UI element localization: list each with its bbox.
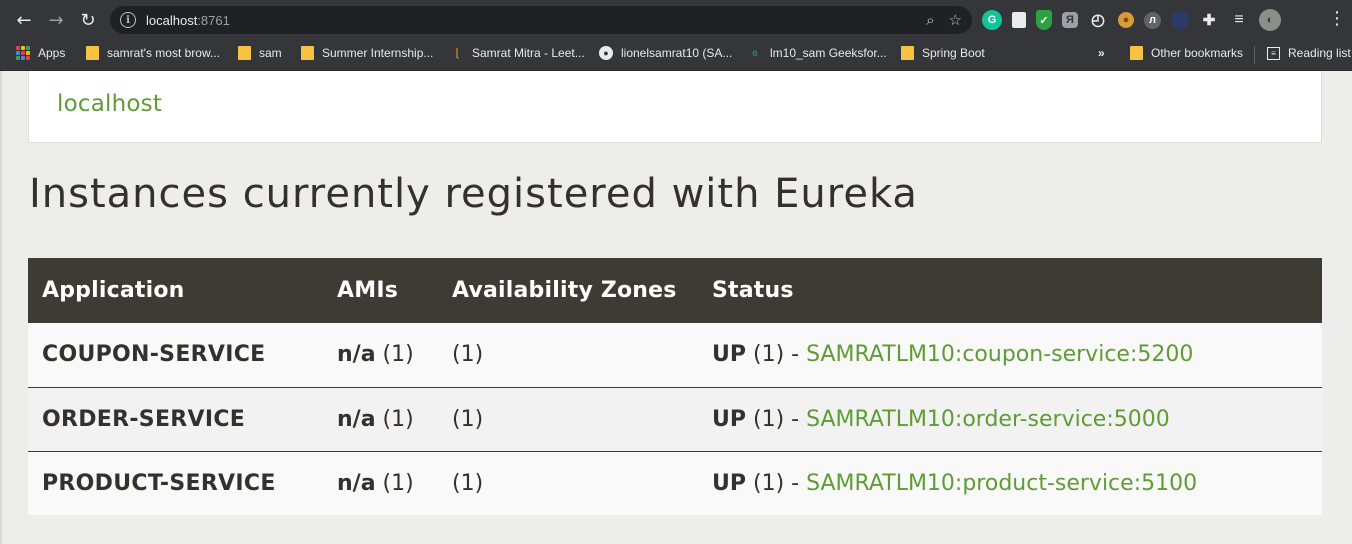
bookmark-star-icon[interactable]: ☆ bbox=[949, 11, 962, 29]
zones-cell: (1) bbox=[438, 386, 698, 451]
ami-label: n/a bbox=[337, 406, 376, 432]
column-header-amis: AMIs bbox=[337, 278, 398, 303]
forward-icon[interactable]: → bbox=[40, 4, 72, 36]
application-name: COUPON-SERVICE bbox=[42, 342, 266, 368]
extensions-area: G ✓ Я ◴ ● л ✚ ≡ ◐ bbox=[982, 9, 1281, 31]
status-label: UP bbox=[712, 342, 746, 368]
bookmark-item[interactable]: ● lionelsamrat10 (SA... bbox=[599, 46, 732, 60]
github-icon: ● bbox=[599, 46, 613, 60]
bookmark-label: lm10_sam Geeksfor... bbox=[770, 46, 887, 60]
ami-count: (1) bbox=[382, 406, 414, 432]
dark-extension-icon[interactable] bbox=[1171, 11, 1189, 29]
leetcode-extension-icon[interactable]: л bbox=[1144, 11, 1161, 29]
zones-cell: (1) bbox=[438, 450, 698, 515]
ami-label: n/a bbox=[337, 470, 376, 496]
url-port: :8761 bbox=[197, 12, 230, 28]
geeksforgeeks-icon: ɞ bbox=[752, 47, 758, 59]
bookmark-label: Summer Internship... bbox=[322, 46, 434, 60]
bookmark-item[interactable]: sam bbox=[238, 46, 282, 60]
table-row: PRODUCT-SERVICE n/a (1) (1) UP (1) - SAM… bbox=[28, 450, 1322, 515]
folder-icon bbox=[901, 46, 914, 60]
bookmarks-divider bbox=[1254, 46, 1255, 64]
status-count: (1) - bbox=[753, 406, 800, 432]
zoom-icon[interactable]: ⌕ bbox=[926, 11, 934, 29]
column-header-status: Status bbox=[712, 278, 794, 303]
other-bookmarks[interactable]: Other bookmarks bbox=[1130, 46, 1243, 60]
ami-cell: n/a (1) bbox=[323, 386, 438, 451]
status-count: (1) - bbox=[753, 342, 800, 368]
bookmark-item[interactable]: ɞ lm10_sam Geeksfor... bbox=[748, 46, 887, 60]
address-bar[interactable]: i localhost:8761 ⌕ ☆ bbox=[110, 6, 972, 34]
back-icon[interactable]: ← bbox=[8, 4, 40, 36]
reload-icon[interactable]: ↻ bbox=[72, 4, 104, 36]
reading-list-queue-icon[interactable]: ≡ bbox=[1229, 10, 1249, 30]
folder-icon bbox=[238, 46, 251, 60]
page-content: localhost Instances currently registered… bbox=[0, 71, 1352, 544]
ami-cell: n/a (1) bbox=[323, 323, 438, 387]
bookmark-label: Spring Boot bbox=[922, 46, 985, 60]
grammarly-icon[interactable]: G bbox=[982, 10, 1002, 30]
site-info-icon[interactable]: i bbox=[120, 12, 136, 28]
ami-count: (1) bbox=[382, 470, 414, 496]
timer-extension-icon[interactable]: ◴ bbox=[1088, 10, 1108, 30]
bookmark-label: Apps bbox=[38, 46, 66, 60]
puzzle-extensions-icon[interactable]: ✚ bbox=[1199, 10, 1219, 30]
bookmark-item[interactable]: ɭ Samrat Mitra - Leet... bbox=[450, 46, 585, 60]
instance-link[interactable]: SAMRATLM10:product-service:5100 bbox=[806, 471, 1197, 496]
bookmark-label: sam bbox=[259, 46, 282, 60]
application-name: PRODUCT-SERVICE bbox=[28, 450, 323, 515]
browser-menu-icon[interactable]: ⋮ bbox=[1328, 9, 1346, 29]
bookmark-item[interactable]: samrat's most brow... bbox=[86, 46, 220, 60]
cookie-extension-icon[interactable]: ● bbox=[1118, 12, 1134, 28]
zones-cell: (1) bbox=[452, 342, 484, 368]
leetcode-icon: ɭ bbox=[455, 47, 459, 59]
translate-extension-icon[interactable]: Я bbox=[1062, 12, 1078, 28]
column-header-availability-zones: Availability Zones bbox=[452, 278, 677, 303]
bookmark-label: Reading list bbox=[1288, 46, 1351, 60]
bookmark-label: Samrat Mitra - Leet... bbox=[472, 46, 585, 60]
url-host: localhost bbox=[146, 12, 198, 28]
column-header-application: Application bbox=[42, 278, 185, 303]
ami-label: n/a bbox=[337, 342, 376, 368]
bookmarks-overflow-button[interactable]: » bbox=[1098, 46, 1105, 60]
folder-icon bbox=[86, 46, 99, 60]
ami-cell: n/a (1) bbox=[323, 450, 438, 515]
status-label: UP bbox=[712, 406, 746, 432]
bookmark-item[interactable]: Summer Internship... bbox=[301, 46, 433, 60]
instance-link[interactable]: SAMRATLM10:order-service:5000 bbox=[806, 407, 1170, 432]
instances-table: Application AMIs Availability Zones Stat… bbox=[28, 258, 1322, 515]
folder-icon bbox=[301, 46, 314, 60]
table-row: COUPON-SERVICE n/a (1) (1) UP (1) - SAMR… bbox=[28, 323, 1322, 387]
status-cell: UP (1) - SAMRATLM10:coupon-service:5200 bbox=[698, 323, 1322, 387]
status-cell: UP (1) - SAMRATLM10:order-service:5000 bbox=[698, 386, 1322, 451]
status-count: (1) - bbox=[753, 470, 800, 496]
host-link[interactable]: localhost bbox=[57, 91, 162, 117]
bookmark-item[interactable]: Spring Boot bbox=[901, 46, 985, 60]
bookmark-label: Other bookmarks bbox=[1151, 46, 1244, 60]
ami-count: (1) bbox=[382, 342, 414, 368]
application-name: ORDER-SERVICE bbox=[28, 386, 323, 451]
notes-extension-icon[interactable] bbox=[1012, 12, 1026, 28]
table-header-row: Application AMIs Availability Zones Stat… bbox=[28, 258, 1322, 323]
status-cell: UP (1) - SAMRATLM10:product-service:5100 bbox=[698, 450, 1322, 515]
shield-extension-icon[interactable]: ✓ bbox=[1036, 10, 1052, 30]
instance-link[interactable]: SAMRATLM10:coupon-service:5200 bbox=[806, 342, 1193, 367]
url-text[interactable]: localhost:8761 bbox=[146, 13, 230, 28]
bookmark-label: lionelsamrat10 (SA... bbox=[621, 46, 733, 60]
host-header: localhost bbox=[28, 71, 1322, 143]
folder-icon bbox=[1130, 46, 1143, 60]
apps-grid-icon bbox=[16, 46, 30, 60]
browser-toolbar: ← → ↻ i localhost:8761 ⌕ ☆ G ✓ Я ◴ ● л ✚… bbox=[0, 0, 1352, 40]
page-title: Instances currently registered with Eure… bbox=[29, 171, 918, 217]
table-row: ORDER-SERVICE n/a (1) (1) UP (1) - SAMRA… bbox=[28, 386, 1322, 451]
reading-list-icon: ≡ bbox=[1267, 46, 1280, 60]
reading-list[interactable]: ≡ Reading list bbox=[1267, 46, 1351, 60]
bookmarks-bar: Apps samrat's most brow... sam Summer In… bbox=[0, 40, 1352, 71]
status-label: UP bbox=[712, 470, 746, 496]
bookmark-apps[interactable]: Apps bbox=[16, 46, 65, 60]
bookmark-label: samrat's most brow... bbox=[107, 46, 220, 60]
profile-avatar-icon[interactable]: ◐ bbox=[1259, 9, 1281, 31]
